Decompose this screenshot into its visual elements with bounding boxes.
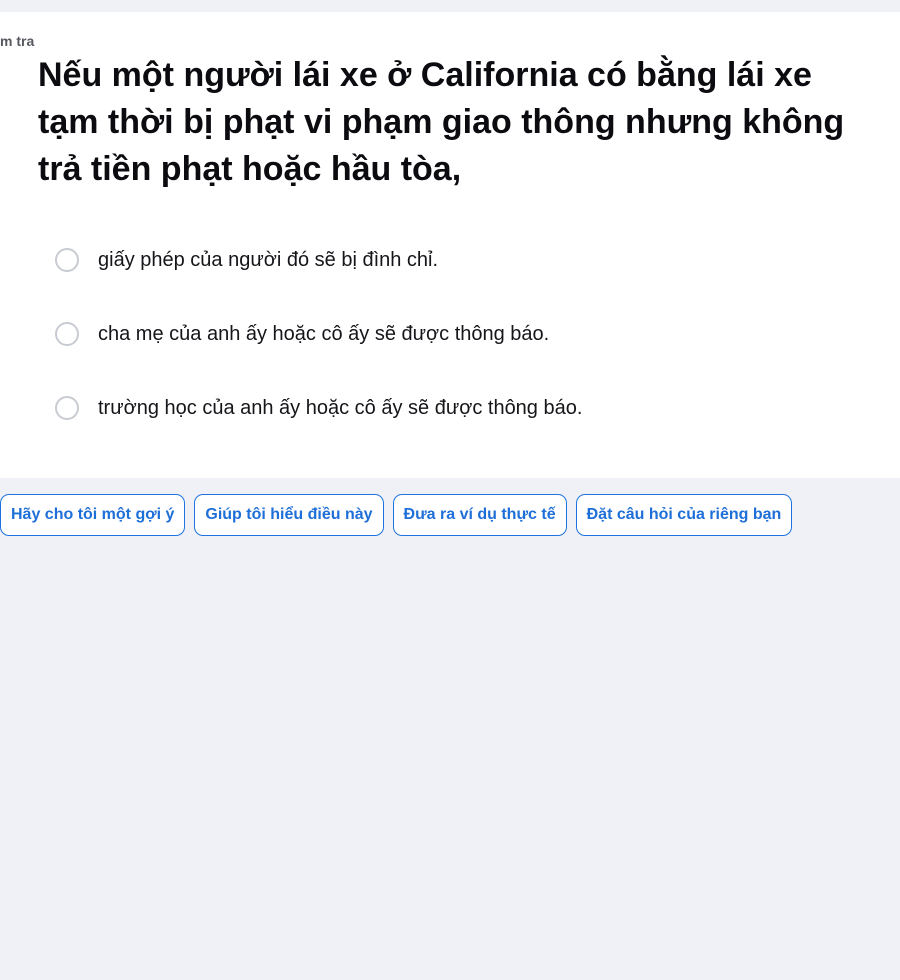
radio-button-3[interactable] [55, 396, 79, 420]
answer-option-2[interactable]: cha mẹ của anh ấy hoặc cô ấy sẽ được thô… [55, 314, 582, 354]
ask-own-question-button[interactable]: Đặt câu hỏi của riêng bạn [575, 494, 793, 536]
explain-button[interactable]: Giúp tôi hiểu điều này [194, 494, 384, 536]
hint-button[interactable]: Hãy cho tôi một gợi ý [0, 494, 186, 536]
answer-options: giấy phép của người đó sẽ bị đình chỉ. c… [55, 240, 582, 462]
answer-option-label: trường học của anh ấy hoặc cô ấy sẽ được… [98, 396, 583, 419]
answer-option-label: cha mẹ của anh ấy hoặc cô ấy sẽ được thô… [98, 322, 550, 345]
answer-option-label: giấy phép của người đó sẽ bị đình chỉ. [98, 248, 439, 271]
real-example-button[interactable]: Đưa ra ví dụ thực tế [392, 494, 567, 536]
radio-button-2[interactable] [55, 322, 79, 346]
radio-button-1[interactable] [55, 248, 79, 272]
card-label: m tra [0, 33, 35, 49]
help-actions: Hãy cho tôi một gợi ý Giúp tôi hiểu điều… [0, 494, 793, 536]
answer-option-1[interactable]: giấy phép của người đó sẽ bị đình chỉ. [55, 240, 582, 280]
answer-option-3[interactable]: trường học của anh ấy hoặc cô ấy sẽ được… [55, 388, 582, 428]
question-text: Nếu một người lái xe ở California có bằn… [38, 56, 845, 188]
